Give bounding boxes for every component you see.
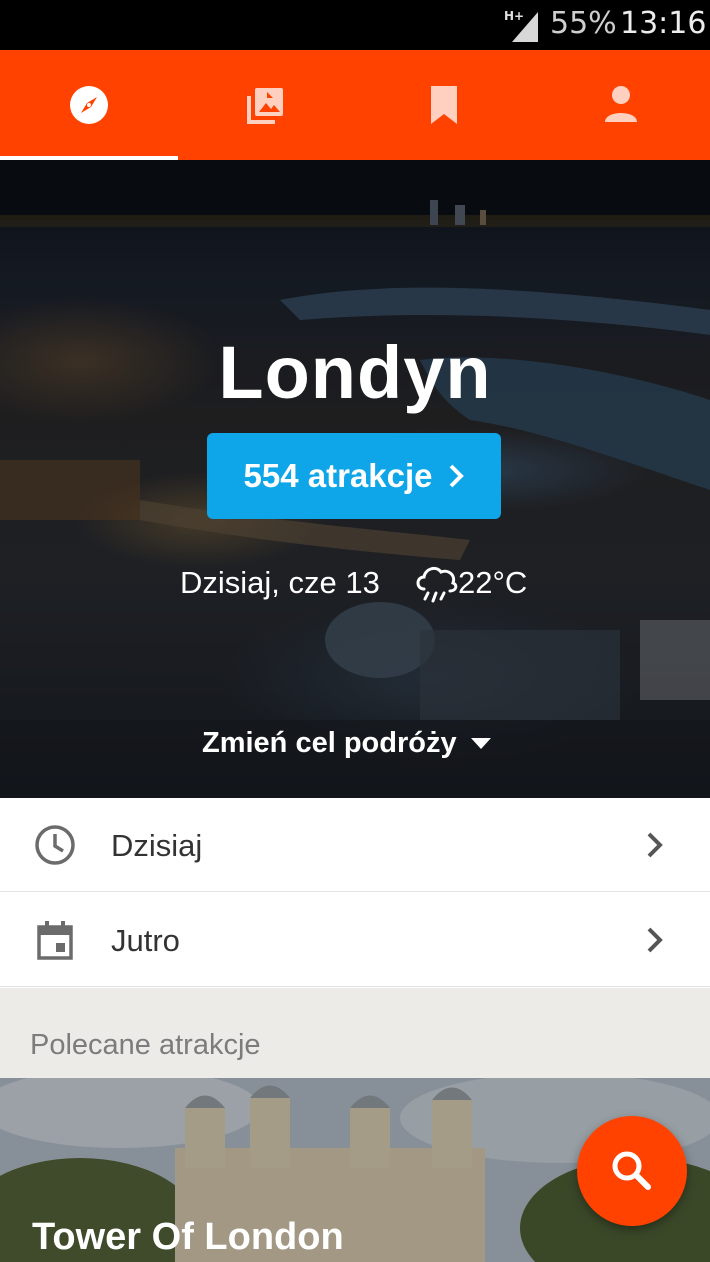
attractions-button-label: 554 atrakcje: [243, 457, 433, 494]
battery-level: 55%: [550, 6, 617, 41]
rain-cloud-icon: [416, 566, 458, 603]
chevron-right-icon: [449, 464, 464, 488]
photo-library-icon: [247, 88, 284, 124]
tab-collections[interactable]: [178, 50, 356, 160]
tab-profile[interactable]: [533, 50, 710, 160]
change-destination-button[interactable]: Zmień cel podróży: [202, 727, 491, 760]
attraction-title: Tower Of London: [32, 1216, 344, 1258]
search-fab[interactable]: [577, 1116, 687, 1226]
status-bar: H+ 55% 13:16: [0, 0, 710, 50]
person-icon: [605, 86, 638, 122]
compass-icon: [69, 86, 108, 124]
destination-title: Londyn: [218, 331, 492, 414]
list-item-label: Jutro: [111, 923, 180, 958]
caret-down-icon: [470, 738, 491, 749]
tab-explore[interactable]: [0, 50, 178, 160]
clock-time: 13:16: [620, 6, 707, 41]
change-destination-label: Zmień cel podróży: [202, 727, 457, 759]
svg-text:H+: H+: [504, 9, 524, 23]
search-icon: [612, 1151, 651, 1190]
list-item-label: Dzisiaj: [111, 828, 203, 863]
attractions-button[interactable]: 554 atrakcje: [207, 433, 501, 519]
tab-bookmarks[interactable]: [355, 50, 533, 160]
top-tab-bar: [0, 50, 710, 160]
list-item-tomorrow[interactable]: Jutro: [0, 893, 710, 987]
list-item-today[interactable]: Dzisiaj: [0, 798, 710, 892]
current-date: Dzisiaj, cze 13: [180, 565, 380, 600]
section-title: Polecane atrakcje: [30, 1029, 261, 1061]
recommended-section-header: Polecane atrakcje: [0, 988, 710, 1078]
chevron-right-icon: [647, 927, 663, 953]
bookmark-icon: [430, 86, 457, 124]
clock-icon: [35, 825, 75, 865]
calendar-icon: [37, 921, 73, 960]
destination-hero: Londyn 554 atrakcje Dzisiaj, cze 13 22°C…: [0, 160, 710, 798]
signal-icon: H+: [504, 9, 538, 42]
chevron-right-icon: [647, 832, 663, 858]
temperature: 22°C: [458, 565, 528, 600]
